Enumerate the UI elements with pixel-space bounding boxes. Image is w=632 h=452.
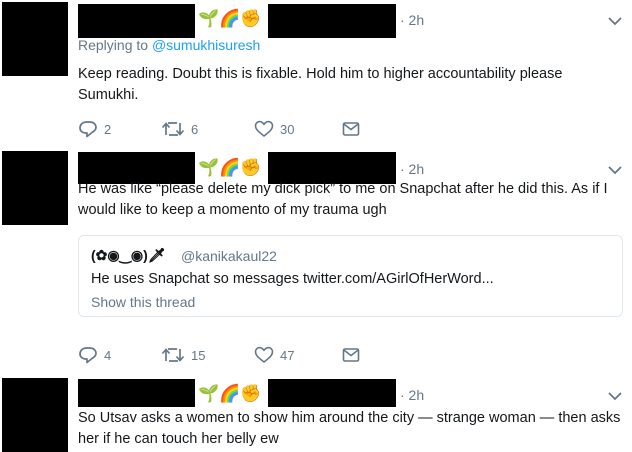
- envelope-icon: [342, 348, 360, 362]
- avatar-redacted[interactable]: [2, 2, 68, 76]
- show-thread-link[interactable]: Show this thread: [91, 294, 195, 310]
- retweet-button[interactable]: 6: [161, 119, 198, 139]
- dm-button[interactable]: [342, 119, 360, 139]
- heart-icon: [254, 120, 274, 137]
- handle-redacted[interactable]: [268, 379, 396, 407]
- retweet-button[interactable]: 15: [161, 345, 205, 365]
- chevron-down-icon[interactable]: [608, 165, 622, 175]
- like-button[interactable]: 47: [254, 345, 294, 365]
- chevron-down-icon[interactable]: [608, 16, 622, 26]
- reply-mention-link[interactable]: @sumukhisuresh: [152, 37, 260, 53]
- tweet-3[interactable]: 🌱🌈✊ · 2h So Utsav asks a women to show h…: [0, 375, 632, 452]
- avatar-redacted[interactable]: [2, 151, 68, 225]
- quoted-tweet[interactable]: (✿◉‿◉)🗡 @kanikakaul22 He uses Snapchat s…: [78, 235, 623, 317]
- chevron-down-icon[interactable]: [608, 391, 622, 401]
- retweet-icon: [161, 348, 185, 362]
- like-button[interactable]: 30: [254, 119, 294, 139]
- name-emoji: 🌱🌈✊: [198, 9, 262, 28]
- retweet-count: 6: [191, 121, 199, 137]
- name-emoji: 🌱🌈✊: [198, 384, 262, 403]
- replying-to-label: Replying to: [78, 37, 149, 53]
- reply-icon: [79, 121, 97, 138]
- tweet-timestamp[interactable]: · 2h: [400, 387, 424, 403]
- heart-icon: [254, 346, 274, 363]
- tweet-timestamp[interactable]: · 2h: [400, 12, 424, 28]
- reply-count: 4: [104, 347, 112, 363]
- display-name-redacted[interactable]: [78, 4, 195, 38]
- tweet-2[interactable]: 🌱🌈✊ · 2h He was like “please delete my d…: [0, 150, 632, 376]
- replying-to-line: Replying to @sumukhisuresh: [78, 37, 260, 53]
- retweet-icon: [161, 122, 185, 136]
- tweet-text: He was like “please delete my dick pick”…: [78, 181, 608, 218]
- quoted-tweet-name: (✿◉‿◉)🗡: [91, 247, 166, 263]
- like-count: 30: [280, 121, 295, 137]
- quoted-tweet-handle: @kanikakaul22: [181, 248, 277, 264]
- tweet-text: So Utsav asks a women to show him around…: [78, 410, 621, 447]
- reply-icon: [79, 347, 97, 364]
- avatar-redacted[interactable]: [2, 378, 68, 452]
- tweet-text: Keep reading. Doubt this is fixable. Hol…: [78, 66, 563, 103]
- envelope-icon: [342, 122, 360, 136]
- dm-button[interactable]: [342, 345, 360, 365]
- handle-redacted[interactable]: [268, 4, 396, 38]
- reply-count: 2: [104, 121, 112, 137]
- like-count: 47: [280, 347, 295, 363]
- reply-button[interactable]: 2: [78, 119, 111, 139]
- quoted-tweet-text: He uses Snapchat so messages twitter.com…: [91, 271, 494, 287]
- retweet-count: 15: [191, 347, 206, 363]
- reply-button[interactable]: 4: [78, 345, 111, 365]
- tweet-timestamp[interactable]: · 2h: [400, 161, 424, 177]
- tweet-1[interactable]: 🌱🌈✊ · 2h Replying to @sumukhisuresh Keep…: [0, 0, 632, 151]
- display-name-redacted[interactable]: [78, 379, 195, 407]
- name-emoji: 🌱🌈✊: [198, 158, 262, 177]
